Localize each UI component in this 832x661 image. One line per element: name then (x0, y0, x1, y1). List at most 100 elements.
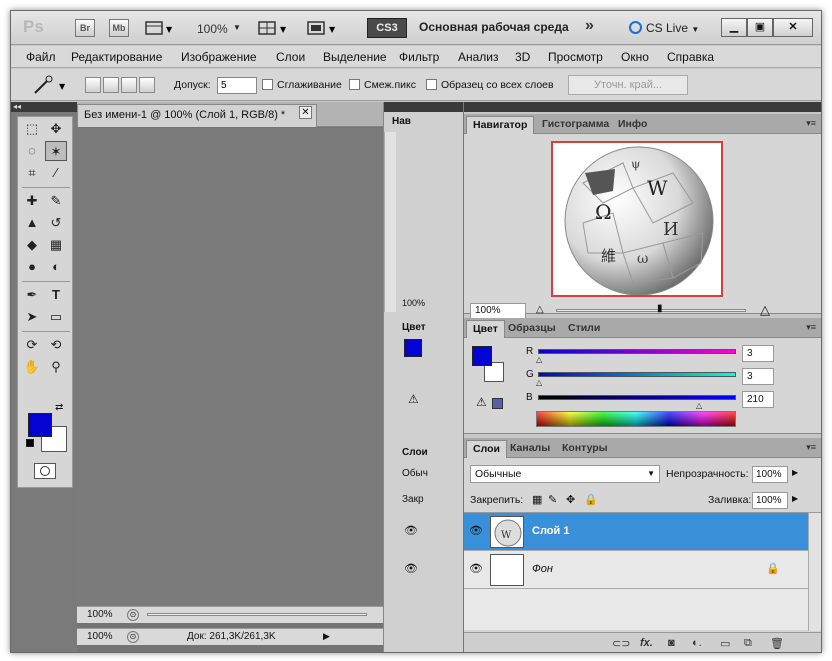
3d-rotate-icon[interactable]: ⟳ (21, 335, 43, 355)
layer-row-1[interactable]: 👁 W Слой 1 (464, 513, 809, 551)
delete-layer-icon[interactable]: 🗑 (770, 637, 784, 650)
tab-swatches[interactable]: Образцы (502, 320, 562, 338)
document-tab[interactable]: Без имени-1 @ 100% (Слой 1, RGB/8) * (77, 104, 317, 127)
out-of-gamut-icon[interactable]: ⚠ (476, 395, 487, 409)
color-spectrum-bar[interactable] (536, 411, 736, 427)
antialias-checkbox[interactable] (262, 79, 273, 90)
marquee-tool-icon[interactable]: ⬚ (21, 119, 43, 139)
fill-stepper-icon[interactable]: ▶ (792, 494, 798, 503)
foreground-color-swatch[interactable] (28, 413, 52, 437)
new-group-icon[interactable]: ▭ (720, 637, 730, 650)
horizontal-scrollbar[interactable] (147, 613, 367, 616)
channel-g-slider[interactable] (538, 372, 736, 377)
contiguous-checkbox[interactable] (349, 79, 360, 90)
zoom-field[interactable]: 100% (87, 607, 113, 622)
eyedropper-tool-icon[interactable]: ∕ (45, 163, 67, 183)
mini-bridge-button[interactable]: Mb (109, 19, 129, 37)
zoom-in-icon[interactable]: △ (760, 302, 770, 318)
brush-tool-icon[interactable]: ✎ (45, 191, 67, 211)
tab-styles[interactable]: Стили (562, 320, 606, 338)
zoom-level[interactable]: 100% (197, 22, 228, 36)
swap-colors-icon[interactable]: ⇄ (55, 402, 63, 413)
adjustment-layer-icon[interactable]: ◐. (692, 637, 702, 649)
tab-navigator[interactable]: Навигатор (466, 116, 535, 134)
type-tool-icon[interactable]: T (45, 285, 67, 305)
new-layer-icon[interactable]: ⧉ (744, 637, 752, 650)
zoom-out-icon[interactable]: △ (536, 304, 544, 315)
gradient-tool-icon[interactable]: ▦ (45, 235, 67, 255)
view-extras-button[interactable]: ▼ (145, 20, 175, 36)
shape-tool-icon[interactable]: ▭ (45, 307, 67, 327)
path-select-icon[interactable]: ➤ (21, 307, 43, 327)
channel-g-thumb[interactable]: △ (536, 378, 542, 387)
menu-layers[interactable]: Слои (276, 50, 305, 64)
web-safe-swatch[interactable] (492, 398, 503, 409)
status-menu-arrow-icon[interactable]: ▶ (323, 629, 330, 644)
cs3-badge[interactable]: CS3 (367, 18, 407, 38)
dodge-tool-icon[interactable]: ◐ (45, 257, 67, 277)
zoom-tool-icon[interactable]: ⚲ (45, 357, 67, 377)
close-document-icon[interactable]: ✕ (299, 106, 312, 119)
minimize-button[interactable]: ▁ (721, 18, 747, 37)
screen-mode-button[interactable]: ▼ (307, 20, 341, 36)
refine-edge-button[interactable]: Уточн. край... (568, 75, 688, 95)
workspace-switcher[interactable]: Основная рабочая среда (419, 20, 569, 34)
history-brush-icon[interactable]: ↺ (45, 213, 67, 233)
bridge-button[interactable]: Br (75, 19, 95, 37)
layer-name[interactable]: Слой 1 (532, 525, 569, 537)
link-layers-icon[interactable]: ⊂⊃ (612, 637, 630, 650)
opacity-stepper-icon[interactable]: ▶ (792, 468, 798, 477)
tab-info[interactable]: Инфо (612, 116, 653, 134)
tool-preset-picker[interactable]: ▼ (31, 75, 71, 95)
menu-analysis[interactable]: Анализ (458, 50, 499, 64)
menu-window[interactable]: Окно (621, 50, 649, 64)
panel-menu-icon[interactable]: ▾≡ (806, 322, 816, 333)
visibility-eye-icon[interactable]: 👁 (404, 524, 418, 537)
color-panel-label[interactable]: Цвет (402, 322, 426, 333)
tab-paths[interactable]: Контуры (556, 440, 614, 458)
add-mask-icon[interactable]: ◙ (668, 637, 675, 649)
channel-r-thumb[interactable]: △ (536, 355, 542, 364)
fill-input[interactable]: 100% (752, 492, 788, 509)
layer-row-2[interactable]: 👁 Фон 🔒 (464, 551, 809, 589)
channel-b-slider[interactable] (538, 395, 736, 400)
visibility-eye-icon[interactable]: 👁 (467, 560, 485, 578)
canvas-vertical-scrollbar[interactable] (384, 132, 396, 312)
channel-r-input[interactable]: 3 (742, 345, 774, 362)
healing-brush-icon[interactable]: ✚ (21, 191, 43, 211)
intersect-selection-button[interactable] (139, 77, 155, 93)
navigator-zoom-input[interactable]: 100% (470, 303, 526, 319)
channel-g-input[interactable]: 3 (742, 368, 774, 385)
blur-tool-icon[interactable]: ● (21, 257, 43, 277)
menu-file[interactable]: Файл (26, 50, 56, 64)
menu-help[interactable]: Справка (667, 50, 714, 64)
tab-channels[interactable]: Каналы (504, 440, 556, 458)
tolerance-input[interactable] (217, 77, 257, 94)
lasso-tool-icon[interactable]: ◌ (21, 141, 43, 161)
menu-image[interactable]: Изображение (181, 50, 257, 64)
lock-pixels-icon[interactable]: ✎ (548, 493, 557, 506)
close-button[interactable]: ✕ (773, 18, 813, 37)
document-canvas[interactable] (77, 128, 383, 606)
navigator-zoom-slider[interactable] (556, 309, 746, 312)
dock-collapse-strip[interactable] (464, 102, 821, 112)
default-colors-icon[interactable] (26, 439, 34, 447)
clone-stamp-icon[interactable]: ▲ (21, 213, 43, 233)
more-workspaces-icon[interactable]: » (585, 17, 594, 35)
tab-color[interactable]: Цвет (466, 320, 505, 338)
visibility-eye-icon[interactable]: 👁 (404, 562, 418, 575)
hand-tool-icon[interactable]: ✋ (21, 357, 43, 377)
pen-tool-icon[interactable]: ✒ (21, 285, 43, 305)
blend-mode-select[interactable]: Обычные ▼ (470, 465, 660, 483)
color-fg-swatch[interactable] (472, 346, 492, 366)
status-info-icon[interactable]: ⊙ (127, 631, 139, 643)
menu-view[interactable]: Просмотр (548, 50, 603, 64)
menu-select[interactable]: Выделение (323, 50, 387, 64)
tools-collapse-icon[interactable]: ◂◂ (11, 102, 77, 112)
quick-mask-button[interactable] (34, 463, 56, 479)
crop-tool-icon[interactable]: ⌗ (21, 163, 43, 183)
magic-wand-tool-icon[interactable]: ✶ (45, 141, 67, 161)
visibility-eye-icon[interactable]: 👁 (467, 522, 485, 540)
fx-icon[interactable]: fx. (640, 637, 653, 649)
layer-name[interactable]: Фон (532, 563, 553, 575)
